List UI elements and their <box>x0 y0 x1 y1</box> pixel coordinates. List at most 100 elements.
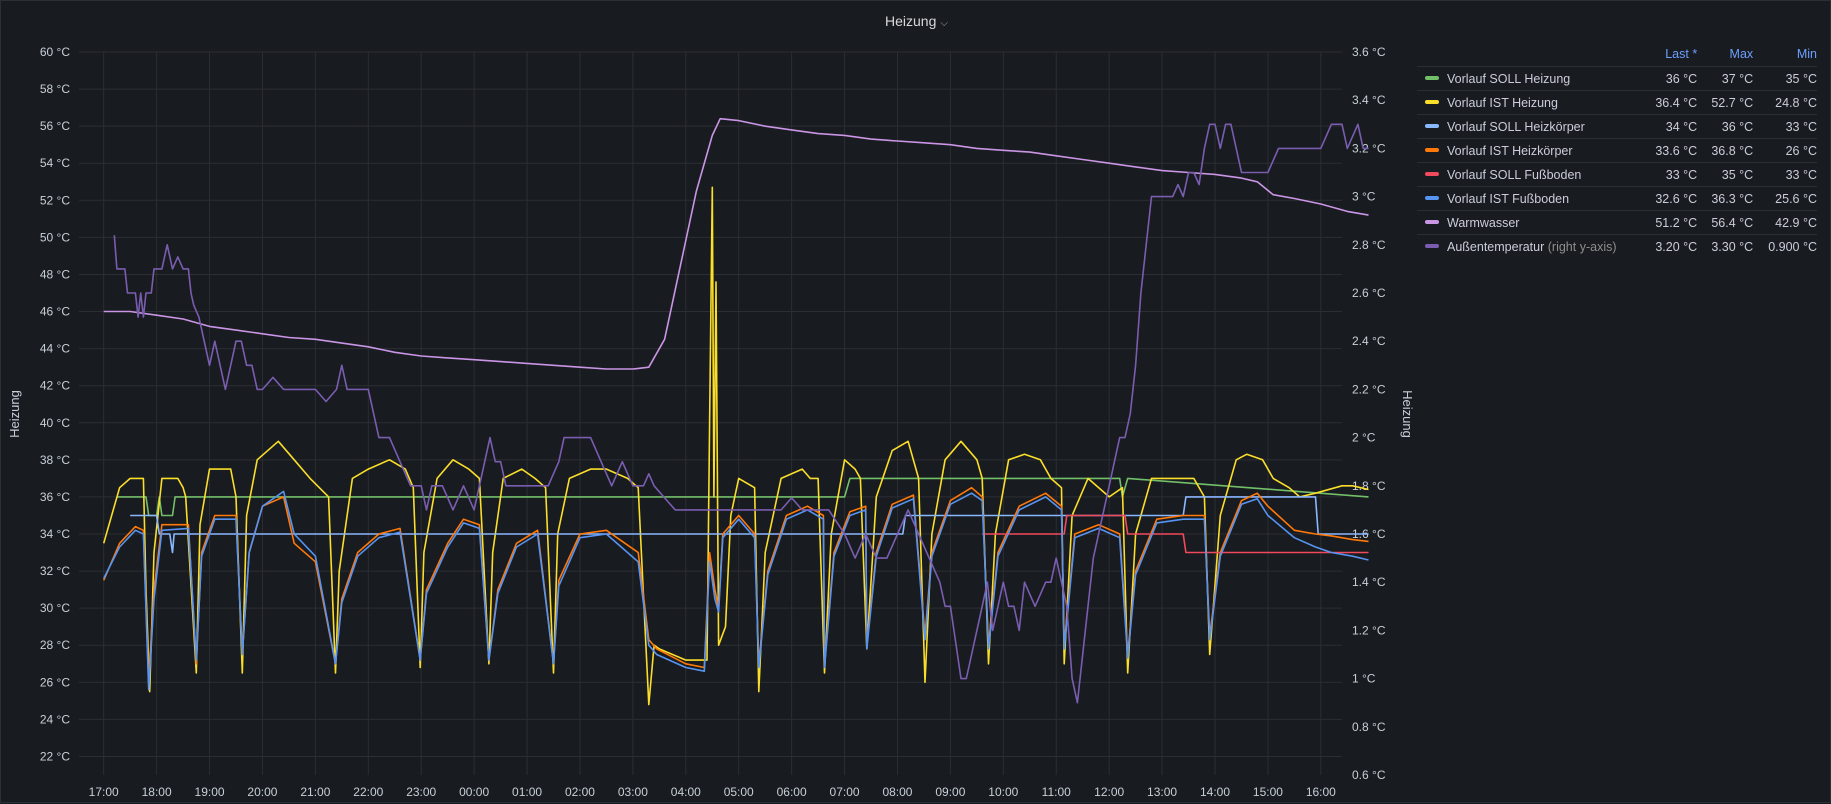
y-right-tick-label: 2 °C <box>1352 431 1376 445</box>
legend-row[interactable]: Vorlauf SOLL Fußboden 33 °C 35 °C 33 °C <box>1417 162 1817 187</box>
legend-row[interactable]: Vorlauf SOLL Heizung 36 °C 37 °C 35 °C <box>1417 66 1817 91</box>
y-right-tick-label: 3 °C <box>1352 190 1376 204</box>
x-tick-label: 00:00 <box>459 785 489 799</box>
y-left-tick-label: 34 °C <box>40 527 70 541</box>
y-left-tick-label: 30 °C <box>40 601 70 615</box>
y-left-tick-label: 44 °C <box>40 342 70 356</box>
legend-last-value: 34 °C <box>1641 114 1698 139</box>
series-line-warmwasser[interactable] <box>103 117 1369 370</box>
legend-row[interactable]: Vorlauf IST Fußboden 32.6 °C 36.3 °C 25.6 °… <box>1417 186 1817 211</box>
legend-swatch <box>1425 124 1439 129</box>
legend-max-value: 36.8 °C <box>1697 138 1754 163</box>
y-left-tick-label: 56 °C <box>40 119 70 133</box>
x-tick-label: 01:00 <box>512 785 542 799</box>
series-line-vorlauf-soll-heizk-rper[interactable] <box>130 496 1369 554</box>
legend-label: Vorlauf SOLL Heizkörper <box>1447 119 1585 134</box>
y-axis-right-ticks: 0.6 °C0.8 °C1 °C1.2 °C1.4 °C1.6 °C1.8 °C… <box>1352 45 1386 782</box>
x-tick-label: 15:00 <box>1253 785 1283 799</box>
legend-row[interactable]: Vorlauf SOLL Heizkörper 34 °C 36 °C 33 °C <box>1417 114 1817 139</box>
series-line-vorlauf-ist-heizung[interactable] <box>102 186 1369 706</box>
y-right-tick-label: 1 °C <box>1352 672 1376 686</box>
y-right-tick-label: 1.4 °C <box>1352 575 1386 589</box>
y-left-tick-label: 38 °C <box>40 453 70 467</box>
legend-swatch <box>1425 76 1439 81</box>
y-right-tick-label: 2.8 °C <box>1352 238 1386 252</box>
legend-max-value: 36.3 °C <box>1697 186 1754 211</box>
y-axis-left-label: Heizung <box>7 390 22 438</box>
legend-header-row: Last * Max Min <box>1417 45 1817 67</box>
y-axis-right-label: Heizung <box>1400 390 1415 438</box>
legend-last-value: 3.20 °C <box>1641 234 1698 258</box>
x-tick-label: 23:00 <box>406 785 436 799</box>
legend-series-name[interactable]: Warmwasser <box>1417 210 1642 235</box>
y-right-tick-label: 0.6 °C <box>1352 768 1386 782</box>
legend-row[interactable]: Vorlauf IST Heizkörper 33.6 °C 36.8 °C 26 °… <box>1417 138 1817 163</box>
legend-series-name[interactable]: Vorlauf SOLL Heizkörper <box>1417 114 1642 139</box>
legend-min-header[interactable]: Min <box>1753 45 1817 67</box>
y-left-tick-label: 42 °C <box>40 379 70 393</box>
legend-min-value: 0.900 °C <box>1753 234 1817 258</box>
series-lines <box>102 117 1369 706</box>
legend-last-value: 32.6 °C <box>1641 186 1698 211</box>
legend-max-value: 37 °C <box>1697 66 1754 91</box>
y-left-tick-label: 36 °C <box>40 490 70 504</box>
legend-series-name[interactable]: Vorlauf IST Fußboden <box>1417 186 1642 211</box>
y-left-tick-label: 48 °C <box>40 267 70 281</box>
legend-max-header[interactable]: Max <box>1697 45 1754 67</box>
x-tick-label: 09:00 <box>935 785 965 799</box>
x-tick-label: 11:00 <box>1042 785 1071 799</box>
legend-min-value: 33 °C <box>1753 114 1817 139</box>
legend-label: Außentemperatur <box>1447 239 1545 254</box>
legend-swatch <box>1425 220 1439 225</box>
legend-last-value: 33 °C <box>1641 162 1698 187</box>
y-left-tick-label: 50 °C <box>40 230 70 244</box>
legend-series-name[interactable]: Vorlauf IST Heizkörper <box>1417 138 1642 163</box>
legend-label: Vorlauf SOLL Fußboden <box>1447 167 1582 182</box>
legend-last-value: 36 °C <box>1641 66 1698 91</box>
legend-min-value: 42.9 °C <box>1753 210 1817 235</box>
x-tick-label: 22:00 <box>353 785 383 799</box>
legend-series-name[interactable]: Vorlauf IST Heizung <box>1417 90 1642 115</box>
legend-row[interactable]: Vorlauf IST Heizung 36.4 °C 52.7 °C 24.8 °C <box>1417 90 1817 115</box>
y-left-tick-label: 46 °C <box>40 305 70 319</box>
legend-row[interactable]: Außentemperatur (right y-axis) 3.20 °C 3.3… <box>1417 234 1817 258</box>
legend-min-value: 33 °C <box>1753 162 1817 187</box>
y-left-tick-label: 60 °C <box>40 45 70 59</box>
legend-rows: Vorlauf SOLL Heizung 36 °C 37 °C 35 °C Vorla… <box>1417 66 1817 258</box>
y-left-tick-label: 26 °C <box>40 675 70 689</box>
legend-min-value: 25.6 °C <box>1753 186 1817 211</box>
legend-max-value: 36 °C <box>1697 114 1754 139</box>
y-left-tick-label: 40 °C <box>40 416 70 430</box>
legend-label: Vorlauf IST Heizung <box>1447 95 1558 110</box>
y-right-tick-label: 3.2 °C <box>1352 141 1386 155</box>
y-left-tick-label: 52 °C <box>40 193 70 207</box>
legend-series-name[interactable]: Außentemperatur (right y-axis) <box>1417 234 1642 258</box>
legend-series-name[interactable]: Vorlauf SOLL Fußboden <box>1417 162 1642 187</box>
legend-last-value: 51.2 °C <box>1641 210 1698 235</box>
series-line-au-entemperatur[interactable] <box>113 123 1369 704</box>
y-right-tick-label: 0.8 °C <box>1352 720 1386 734</box>
y-right-tick-label: 2.4 °C <box>1352 334 1386 348</box>
y-right-tick-label: 3.6 °C <box>1352 45 1386 59</box>
legend-series-name[interactable]: Vorlauf SOLL Heizung <box>1417 66 1642 91</box>
x-tick-label: 14:00 <box>1200 785 1230 799</box>
x-tick-label: 19:00 <box>195 785 225 799</box>
legend-max-value: 52.7 °C <box>1697 90 1754 115</box>
legend-max-value: 35 °C <box>1697 162 1754 187</box>
legend-last-header[interactable]: Last * <box>1641 45 1697 67</box>
legend-table: Last * Max Min Vorlauf SOLL Heizung 36 °C… <box>1417 45 1817 258</box>
legend-max-value: 56.4 °C <box>1697 210 1754 235</box>
legend-min-value: 35 °C <box>1753 66 1817 91</box>
series-line-vorlauf-ist-heizk-rper[interactable] <box>102 486 1369 684</box>
y-left-tick-label: 54 °C <box>40 156 70 170</box>
legend-name-header <box>1417 45 1641 67</box>
x-tick-label: 04:00 <box>671 785 701 799</box>
x-tick-label: 05:00 <box>724 785 754 799</box>
x-tick-label: 16:00 <box>1306 785 1336 799</box>
y-right-tick-label: 1.8 °C <box>1352 479 1386 493</box>
legend-row[interactable]: Warmwasser 51.2 °C 56.4 °C 42.9 °C <box>1417 210 1817 235</box>
y-left-tick-label: 24 °C <box>40 712 70 726</box>
legend: Last * Max Min Vorlauf SOLL Heizung 36 °C… <box>1417 45 1817 258</box>
legend-max-value: 3.30 °C <box>1697 234 1754 258</box>
series-line-vorlauf-ist-fu-boden[interactable] <box>102 490 1369 691</box>
